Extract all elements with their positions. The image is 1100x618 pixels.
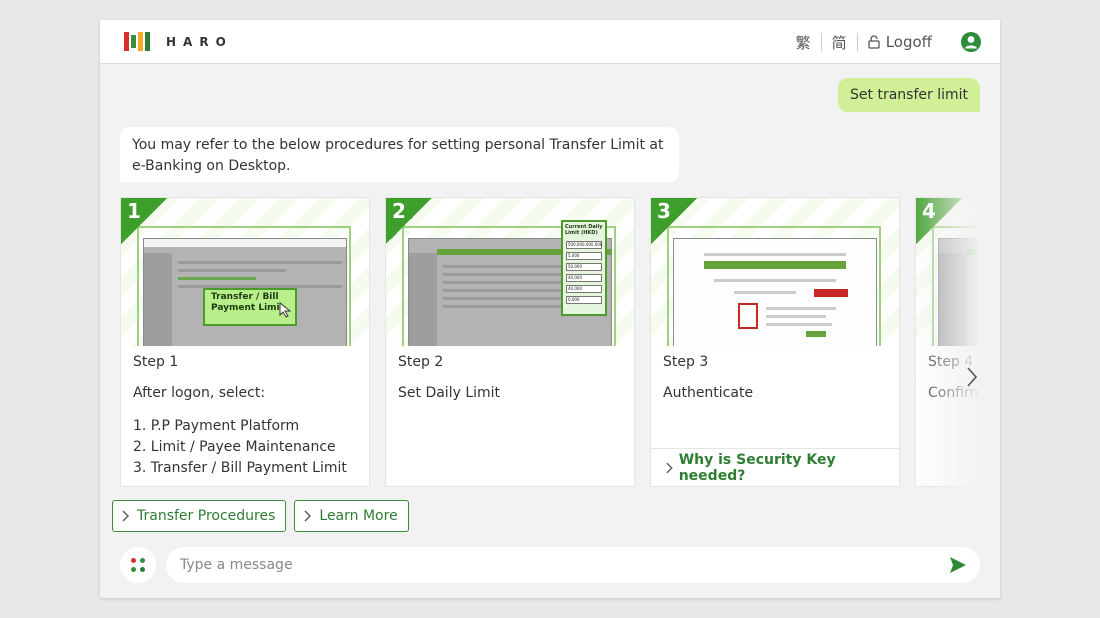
header-actions: 繁 简 Logoff (786, 30, 982, 54)
logoff-button[interactable]: Logoff (858, 33, 942, 51)
message-input[interactable] (166, 547, 980, 583)
send-icon (950, 557, 966, 573)
learn-more-button[interactable]: Learn More (294, 500, 409, 532)
logo-mark-icon (124, 32, 150, 51)
brand-name: HARO (166, 34, 233, 49)
user-avatar-icon (961, 32, 981, 52)
step-number-badge: 4 (916, 198, 962, 244)
step-screenshot: 3 (651, 198, 899, 346)
menu-dots-button[interactable] (120, 547, 156, 583)
avatar[interactable] (960, 31, 982, 53)
step-number-badge: 1 (121, 198, 167, 244)
dot-icon (131, 558, 136, 563)
chevron-right-icon (967, 367, 978, 387)
step-screenshot: 4 (916, 198, 978, 346)
chat-window: HARO 繁 简 Logoff Set transfer limit You m… (100, 20, 1000, 598)
step-number-badge: 3 (651, 198, 697, 244)
bot-message-bubble: You may refer to the below procedures fo… (120, 127, 679, 182)
user-message-bubble: Set transfer limit (838, 78, 980, 112)
step-description: Authenticate (663, 385, 754, 401)
lock-icon (868, 35, 880, 49)
dot-icon (140, 567, 145, 572)
step-description: After logon, select: (133, 385, 266, 401)
step-card[interactable]: 3 Step 3 Authenticate Why is Security Ke… (650, 197, 900, 487)
lang-simplified-button[interactable]: 简 (822, 32, 857, 53)
step-number-badge: 2 (386, 198, 432, 244)
step-description: Set Daily Limit (398, 385, 501, 401)
step-list: 1. P.P Payment Platform 2. Limit / Payee… (133, 416, 347, 479)
quick-reply-label: Transfer Procedures (137, 508, 276, 524)
step-card[interactable]: 4 Step 4 Confirm (915, 197, 978, 487)
chevron-right-icon (122, 510, 129, 522)
quick-replies: Transfer Procedures Learn More (112, 500, 409, 532)
app-header: HARO 繁 简 Logoff (100, 20, 1000, 64)
lang-traditional-button[interactable]: 繁 (786, 32, 821, 53)
step-title: Step 1 (133, 354, 179, 370)
list-item: 1. P.P Payment Platform (133, 418, 300, 434)
list-item: 2. Limit / Payee Maintenance (133, 439, 336, 455)
daily-limit-callout: Current Daily Limit (HKD) 500,000,000,00… (561, 220, 607, 316)
step-card[interactable]: 1 Transfer / Bill Payment Limit Step 1 A… (120, 197, 370, 487)
send-button[interactable] (948, 555, 968, 575)
list-item: 3. Transfer / Bill Payment Limit (133, 460, 347, 476)
transfer-procedures-button[interactable]: Transfer Procedures (112, 500, 287, 532)
step-title: Step 3 (663, 354, 709, 370)
security-key-link[interactable]: Why is Security Key needed? (651, 448, 899, 486)
dot-icon (140, 558, 145, 563)
steps-carousel: 1 Transfer / Bill Payment Limit Step 1 A… (120, 197, 978, 487)
step-screenshot: 2 Current Daily Limit (HKD) 500,000,000,… (386, 198, 634, 346)
step-title: Step 2 (398, 354, 444, 370)
step-card[interactable]: 2 Current Daily Limit (HKD) 500,000,000,… (385, 197, 635, 487)
chevron-right-icon (304, 510, 312, 522)
logoff-label: Logoff (885, 33, 932, 51)
message-composer (120, 547, 980, 583)
link-label: Why is Security Key needed? (678, 451, 836, 484)
carousel-next-button[interactable] (962, 362, 982, 392)
quick-reply-label: Learn More (319, 508, 398, 524)
dot-icon (131, 567, 136, 572)
step-screenshot: 1 Transfer / Bill Payment Limit (121, 198, 369, 346)
haro-logo: HARO (124, 32, 233, 51)
chevron-right-icon (666, 462, 673, 473)
cursor-icon (279, 302, 292, 318)
